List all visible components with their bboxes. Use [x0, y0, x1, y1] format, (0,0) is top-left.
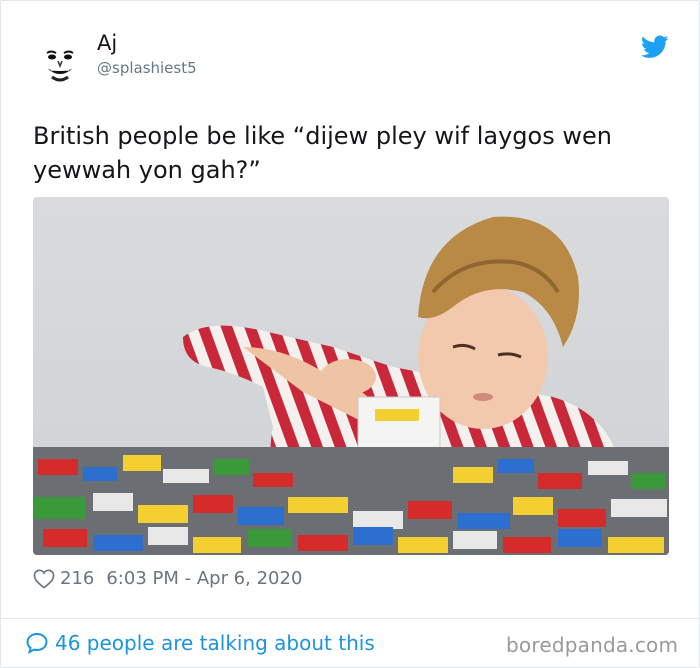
- watermark: boredpanda.com: [506, 633, 679, 657]
- tweet-meta: 216 6:03 PM - Apr 6, 2020: [33, 568, 302, 589]
- conversation-link[interactable]: 46 people are talking about this: [25, 631, 375, 655]
- conversation-text[interactable]: 46 people are talking about this: [55, 631, 375, 655]
- avatar-face-icon: [37, 39, 83, 85]
- avatar[interactable]: [37, 39, 83, 85]
- tweet-text: British people be like “dijew pley wif l…: [33, 122, 612, 184]
- display-name[interactable]: Aj: [97, 31, 117, 55]
- divider: [1, 618, 699, 619]
- speech-bubble-icon: [26, 632, 48, 654]
- heart-icon[interactable]: [33, 569, 55, 589]
- tweet-photo[interactable]: [33, 197, 669, 555]
- like-count[interactable]: 216: [60, 568, 94, 589]
- tweet-card: Aj @splashiest5 British people be like “…: [0, 0, 700, 668]
- user-handle[interactable]: @splashiest5: [97, 59, 197, 77]
- boy-playing-lego-image: [33, 197, 669, 555]
- twitter-bird-icon[interactable]: [641, 35, 669, 59]
- timestamp[interactable]: 6:03 PM - Apr 6, 2020: [106, 568, 302, 589]
